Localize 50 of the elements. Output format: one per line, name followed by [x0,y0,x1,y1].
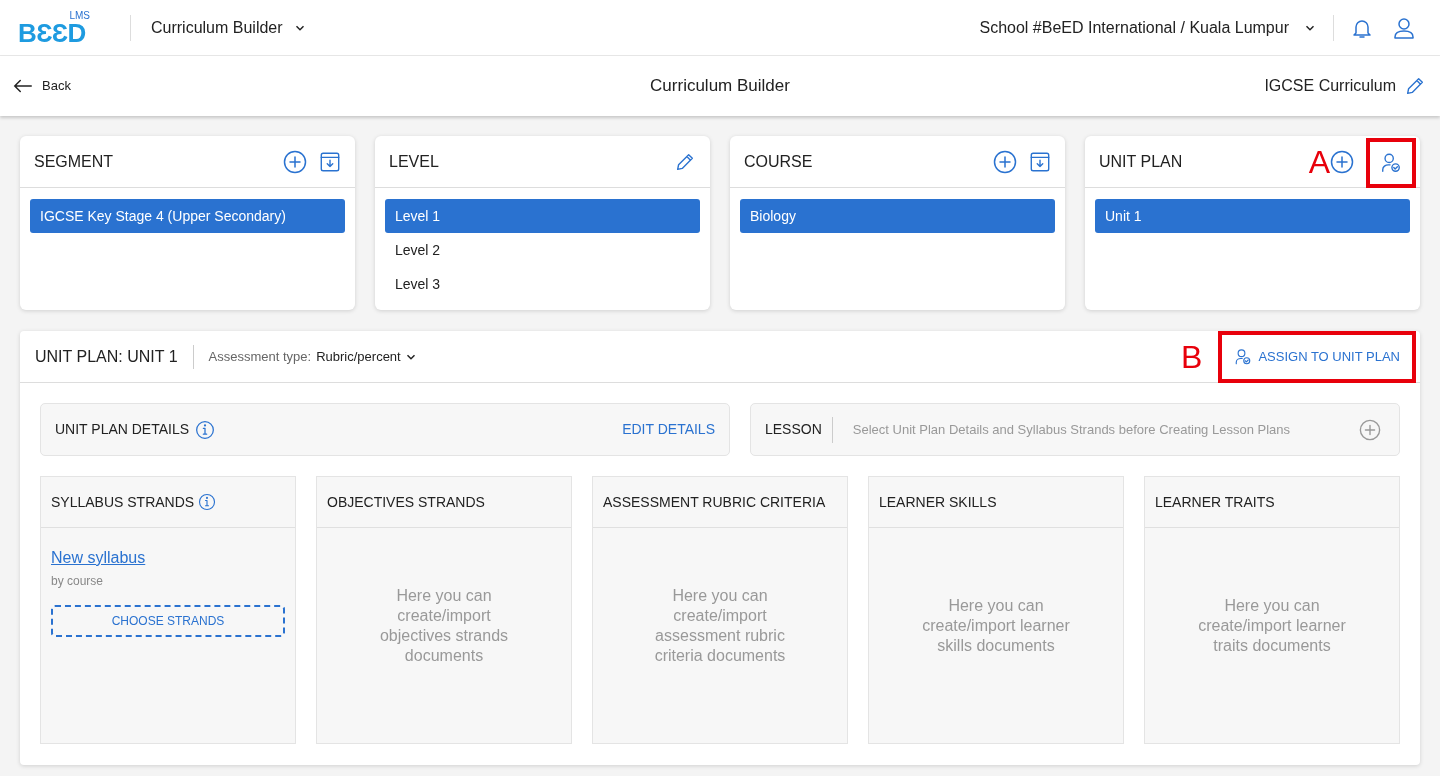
column-title: OBJECTIVES STRANDS [327,492,485,512]
info-icon[interactable] [195,419,216,440]
column-title: ASSESSMENT RUBRIC CRITERIA [603,492,826,512]
column-title: SYLLABUS STRANDS [51,492,195,512]
add-icon[interactable] [1330,149,1354,174]
assessment-type-label: Assessment type: [208,347,312,366]
list-item[interactable]: Unit 1 [1095,199,1410,233]
add-icon[interactable] [993,149,1017,174]
empty-state-text: Here you can create/import learner traits documents [1197,595,1347,656]
empty-state-text: Here you can create/import objectives strands documents [378,585,510,666]
list-item[interactable]: IGCSE Key Stage 4 (Upper Secondary) [30,199,345,233]
pencil-icon[interactable] [1404,75,1426,97]
user-profile-icon[interactable] [1392,15,1416,40]
add-icon[interactable] [1359,418,1381,441]
user-check-icon [1234,347,1253,366]
curriculum-name: IGCSE Curriculum [1264,76,1396,96]
empty-state-text: Here you can create/import assessment rubric criteria documents [653,585,787,666]
list-item[interactable]: Level 1 [385,199,700,233]
add-icon[interactable] [283,149,307,174]
page-title: Curriculum Builder [650,75,790,98]
list-item[interactable]: Level 3 [385,267,700,301]
card-title: COURSE [744,151,814,172]
choose-strands-button[interactable]: CHOOSE STRANDS [51,605,285,637]
lesson-hint: Select Unit Plan Details and Syllabus Strands before Creating Lesson Plans [852,420,1291,439]
column-title: LEARNER SKILLS [879,492,997,512]
empty-state-text: Here you can create/import learner skills documents [921,595,1071,656]
app-switcher-dropdown[interactable]: Curriculum Builder [151,15,307,40]
lesson-title: LESSON [765,420,822,439]
annotation-label: B [1181,340,1203,373]
annotation-label: A [1308,145,1330,178]
back-button[interactable]: Back [12,75,71,97]
download-box-icon[interactable] [319,150,341,173]
column-title: LEARNER TRAITS [1155,492,1275,512]
card-title: SEGMENT [34,151,115,172]
user-check-icon[interactable] [1380,151,1402,174]
syllabus-subtitle: by course [51,573,105,590]
list-item[interactable]: Level 2 [385,233,700,267]
logo[interactable]: BƐƐD LMS [18,9,92,46]
unit-plan-title: UNIT PLAN: UNIT 1 [35,346,178,367]
assign-to-unit-plan-button[interactable]: ASSIGN TO UNIT PLAN [1218,330,1416,383]
syllabus-link[interactable]: New syllabus [51,546,146,570]
card-title: LEVEL [389,151,440,172]
assessment-type-dropdown[interactable]: Rubric/percent [316,346,418,367]
download-box-icon[interactable] [1029,150,1051,173]
card-title: UNIT PLAN [1099,151,1184,172]
edit-details-link[interactable]: EDIT DETAILS [622,419,715,440]
info-icon[interactable] [198,493,217,511]
list-item[interactable]: Biology [740,199,1055,233]
school-dropdown[interactable]: School #BeED International / Kuala Lumpur [979,15,1317,40]
details-title: UNIT PLAN DETAILS [55,420,190,439]
